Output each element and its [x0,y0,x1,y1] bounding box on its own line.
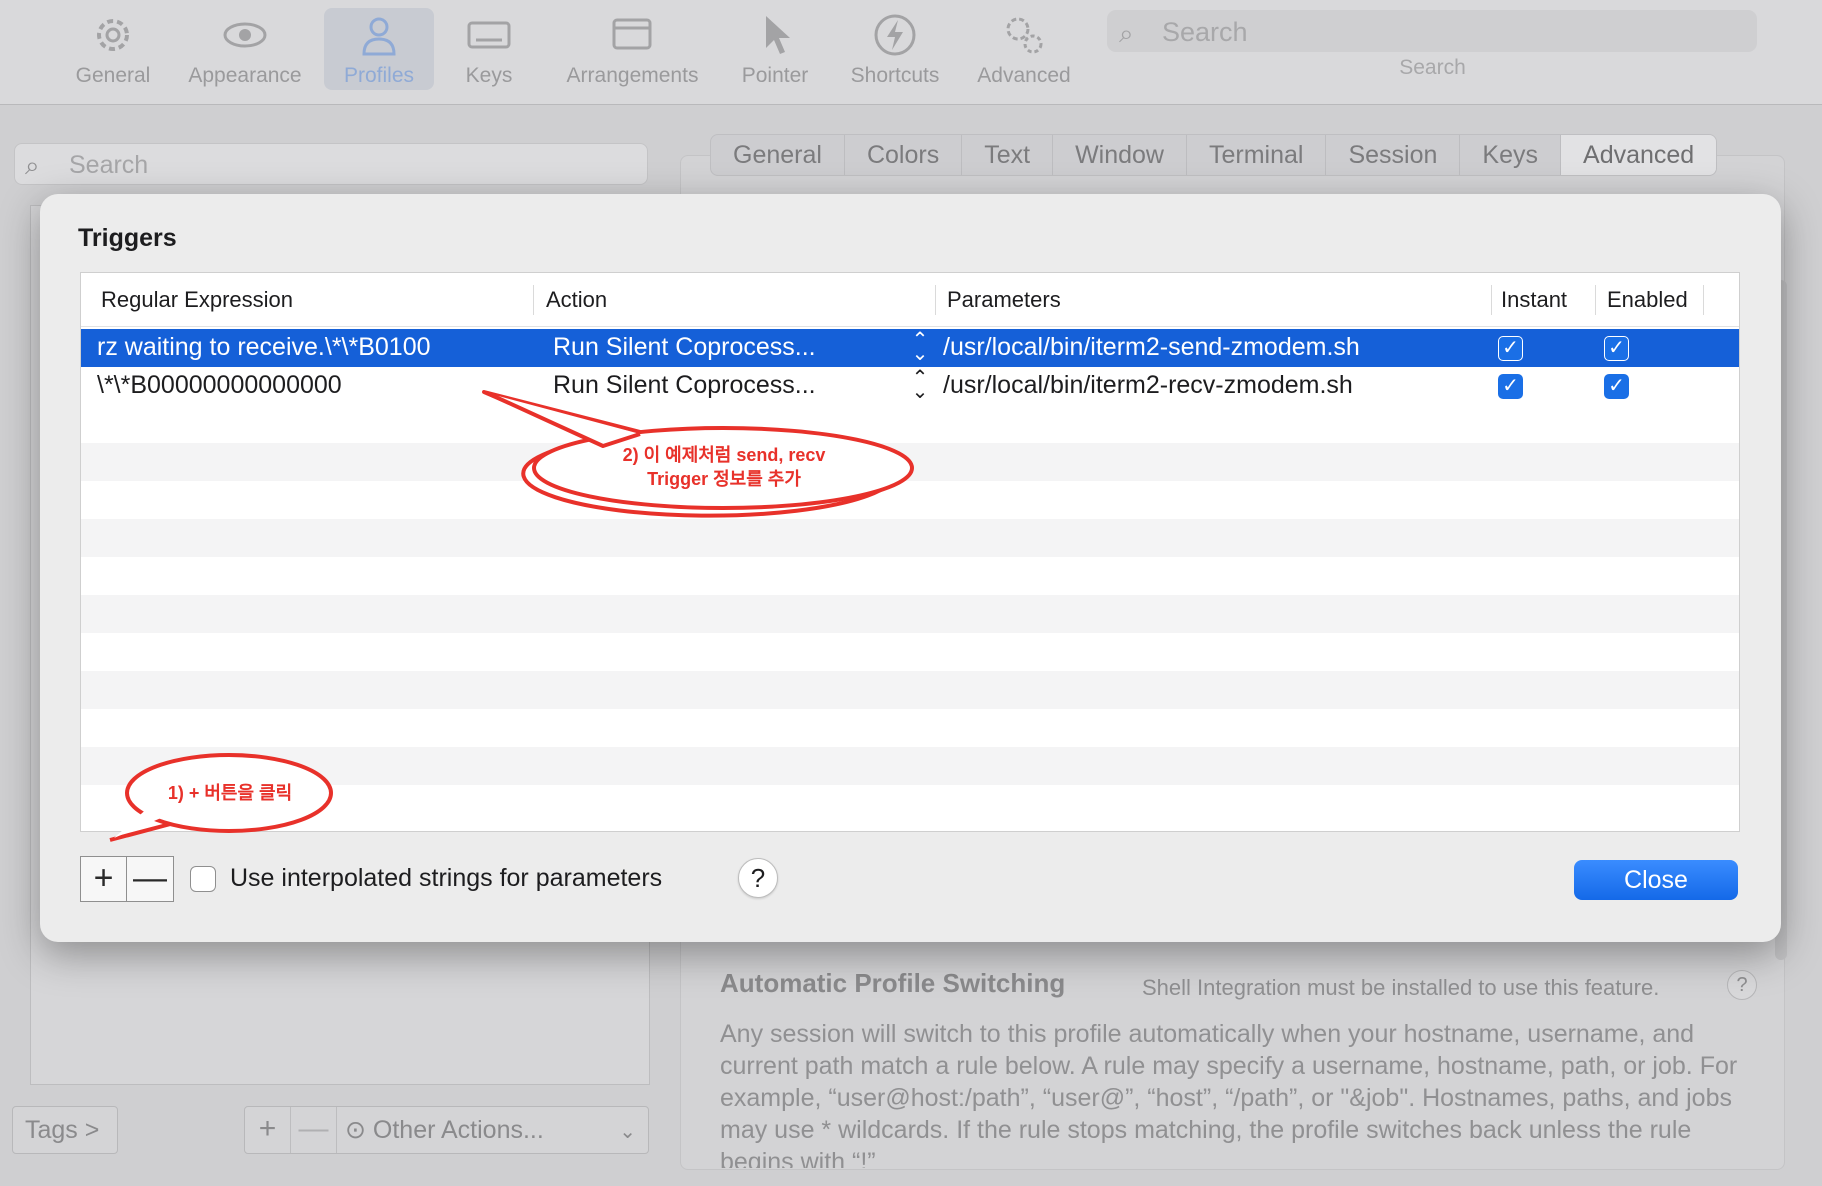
empty-row [81,671,1739,709]
toolbar-keys-label: Keys [465,64,513,87]
toolbar-shortcuts[interactable]: Shortcuts [840,8,950,90]
keyboard-icon [467,21,511,49]
windows-icon [612,18,651,50]
instant-checkbox[interactable]: ✓ [1498,374,1523,399]
callout-2-text: 2) 이 예제처럼 send, recv Trigger 정보를 추가 [574,443,874,491]
tab-window[interactable]: Window [1053,135,1187,175]
tab-terminal[interactable]: Terminal [1187,135,1327,175]
tab-text[interactable]: Text [962,135,1054,175]
toolbar-advanced[interactable]: Advanced [969,8,1079,90]
enabled-checkbox[interactable]: ✓ [1604,374,1629,399]
toolbar-pointer[interactable]: Pointer [720,8,830,90]
tab-general[interactable]: General [711,135,845,175]
settings-tabs: General Colors Text Window Terminal Sess… [710,134,1718,176]
shell-integration-note: Shell Integration must be installed to u… [1142,975,1660,1000]
add-remove-segment: + — [80,856,174,902]
regex-cell[interactable]: rz waiting to receive.\*\*B0100 [97,333,431,362]
bolt-icon [874,14,916,56]
tab-advanced[interactable]: Advanced [1561,135,1717,175]
updown-chevron-icon[interactable]: ⌃ ⌄ [911,368,929,402]
aps-help-button[interactable]: ? [1727,970,1757,1000]
gear-icon [97,19,129,51]
toolbar-profiles-label: Profiles [343,64,415,87]
column-divider [533,285,534,315]
add-profile-button[interactable]: + [245,1107,291,1153]
toolbar-arrangements-label: Arrangements [566,64,699,87]
profiles-search-field[interactable]: ⌕ Search [14,143,648,185]
column-divider [1491,285,1492,315]
column-header-enabled[interactable]: Enabled [1607,287,1688,313]
remove-profile-button[interactable]: — [291,1107,337,1153]
parameters-cell[interactable]: /usr/local/bin/iterm2-recv-zmodem.sh [943,371,1353,400]
updown-chevron-icon[interactable]: ⌃ ⌄ [911,330,929,364]
toolbar-advanced-label: Advanced [977,64,1071,87]
column-header-instant[interactable]: Instant [1501,287,1567,313]
toolbar-search-field[interactable]: ⌕ Search [1107,10,1757,52]
column-header-parameters[interactable]: Parameters [947,287,1061,313]
preferences-toolbar: General Appearance Profiles Keys Arrange… [0,0,1822,105]
instant-checkbox[interactable]: ✓ [1498,336,1523,361]
toolbar-appearance-label: Appearance [188,64,302,87]
help-button[interactable]: ? [738,858,778,898]
other-actions-label: Other Actions... [372,1116,544,1144]
tab-keys[interactable]: Keys [1460,135,1562,175]
toolbar-shortcuts-label: Shortcuts [850,64,940,87]
toolbar-search-label: Search [1399,56,1466,79]
profiles-bottom-bar: + — ⊙ Other Actions... ⌄ [244,1106,649,1154]
column-divider [1595,285,1596,315]
regex-cell[interactable]: \*\*B00000000000000 [97,371,342,400]
column-header-action[interactable]: Action [546,287,607,313]
toolbar-profiles[interactable]: Profiles [324,8,434,90]
sheet-title: Triggers [78,224,177,252]
column-divider [1703,285,1704,315]
gears-icon [1006,17,1043,54]
toolbar-arrangements[interactable]: Arrangements [555,8,710,90]
triggers-table: Regular Expression Action Parameters Ins… [80,272,1740,832]
empty-row [81,595,1739,633]
parameters-cell[interactable]: /usr/local/bin/iterm2-send-zmodem.sh [943,333,1360,362]
toolbar-general[interactable]: General [58,8,168,90]
empty-row [81,443,1739,481]
toolbar-appearance[interactable]: Appearance [170,8,320,90]
interpolated-strings-label: Use interpolated strings for parameters [230,864,663,892]
chevron-down-icon: ⌄ [619,1121,636,1143]
search-icon: ⌕ [25,150,40,180]
search-icon: ⌕ [1119,18,1134,48]
tags-button[interactable]: Tags > [12,1106,118,1154]
table-row[interactable]: \*\*B00000000000000 Run Silent Coprocess… [81,367,1739,405]
empty-row [81,519,1739,557]
ellipsis-circle-icon: ⊙ [345,1116,366,1144]
column-divider [935,285,936,315]
toolbar-keys[interactable]: Keys [434,8,544,90]
interpolated-strings-checkbox[interactable] [190,866,216,892]
triggers-sheet: Triggers Regular Expression Action Param… [40,194,1781,942]
toolbar-pointer-label: Pointer [741,64,809,87]
toolbar-general-label: General [75,64,151,87]
action-cell[interactable]: Run Silent Coprocess... [553,333,816,362]
tab-session[interactable]: Session [1326,135,1461,175]
close-button[interactable]: Close [1574,860,1738,900]
pointer-icon [766,16,790,54]
action-cell[interactable]: Run Silent Coprocess... [553,371,816,400]
callout-2-line-1: 2) 이 예제처럼 send, recv [622,445,826,465]
callout-1-text: 1) + 버튼을 클릭 [167,783,293,803]
auto-profile-switching-description: Any session will switch to this profile … [720,1020,1738,1168]
profiles-search-placeholder: Search [69,151,149,179]
other-actions-menu[interactable]: ⊙ Other Actions... [345,1115,544,1145]
enabled-checkbox[interactable]: ✓ [1604,336,1629,361]
toolbar-search-placeholder: Search [1162,17,1248,47]
tab-colors[interactable]: Colors [845,135,963,175]
table-row[interactable]: rz waiting to receive.\*\*B0100 Run Sile… [81,329,1739,367]
add-trigger-button[interactable]: + [81,857,127,901]
callout-2-line-2: Trigger 정보를 추가 [647,469,801,489]
person-icon [362,17,396,56]
remove-trigger-button[interactable]: — [127,857,173,901]
eye-icon [223,22,267,48]
empty-row [81,747,1739,785]
auto-profile-switching-title: Automatic Profile Switching [720,968,1066,998]
table-header: Regular Expression Action Parameters Ins… [81,273,1739,327]
column-header-regex[interactable]: Regular Expression [101,287,293,313]
